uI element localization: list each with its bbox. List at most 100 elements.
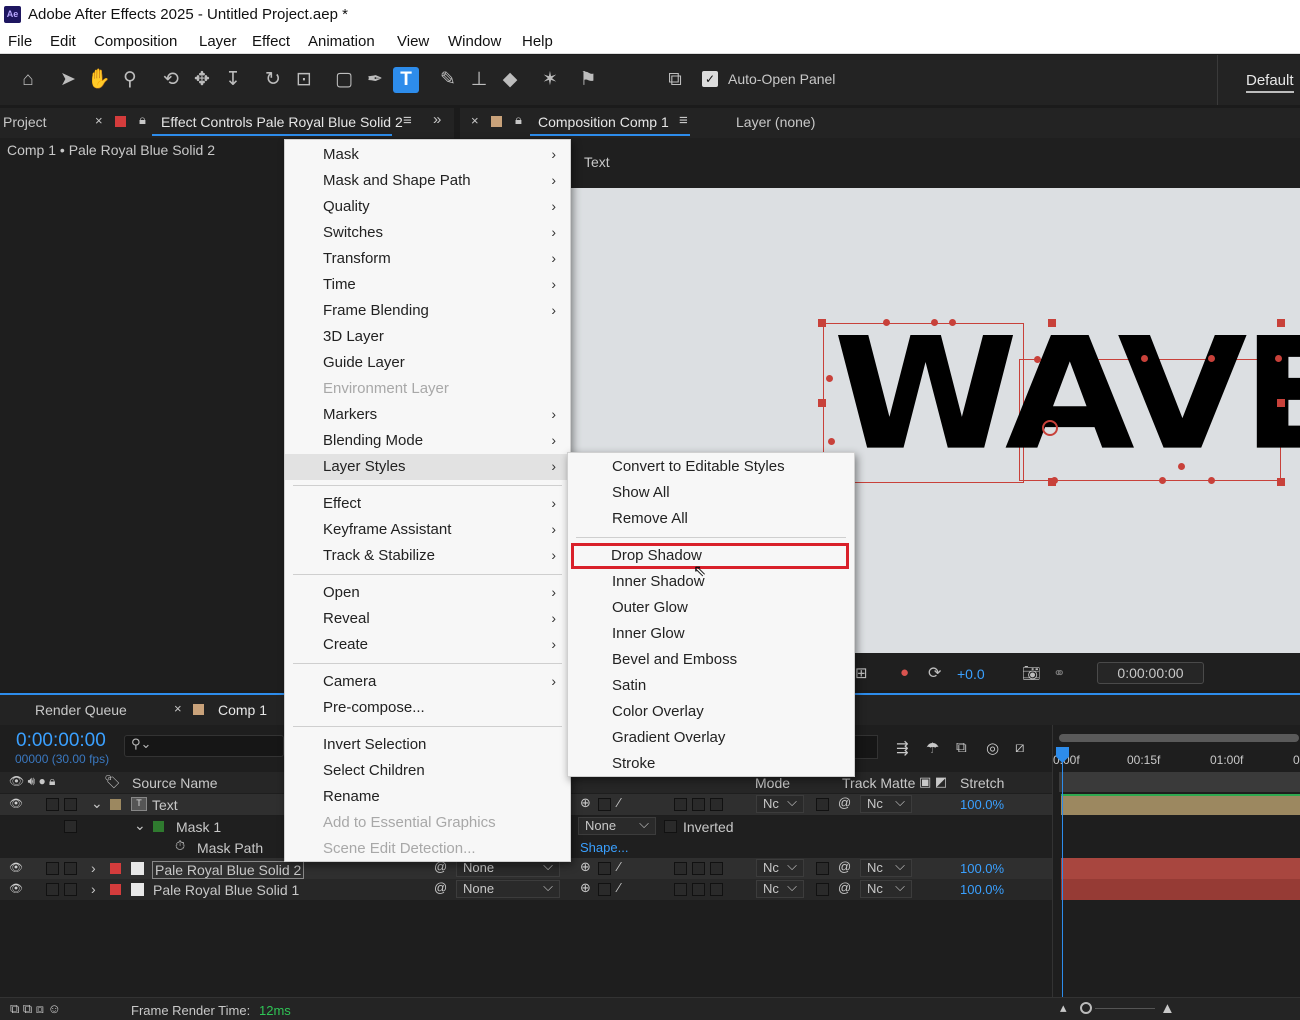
fx-switch[interactable]: [674, 798, 687, 811]
track-matte-dropdown[interactable]: Nc: [860, 794, 912, 813]
menu-item-mask[interactable]: Mask ›: [285, 142, 570, 168]
zoom-slider-thumb[interactable]: [1080, 1002, 1092, 1014]
motion-blur-icon[interactable]: ◎: [986, 739, 999, 757]
lock-switch[interactable]: [64, 883, 77, 896]
col-track-matte[interactable]: Track Matte: [842, 775, 915, 791]
mask-path-value[interactable]: Shape...: [580, 840, 628, 855]
collapse-switch[interactable]: [598, 798, 611, 811]
shy-switch-icon[interactable]: ⊕: [580, 880, 591, 896]
col-stretch[interactable]: Stretch: [960, 775, 1004, 791]
pickwhip-icon[interactable]: @: [434, 880, 447, 895]
transform-handle[interactable]: [818, 399, 826, 407]
menu-effect[interactable]: Effect: [252, 33, 290, 50]
footer-switches-icons[interactable]: ⧉ ⧉ ⧈ ☺︎: [10, 1001, 61, 1017]
menu-item-invert-selection[interactable]: Invert Selection: [285, 732, 570, 758]
time-ruler[interactable]: 0:00f 00:15f 01:00f 0: [1053, 747, 1300, 771]
menu-animation[interactable]: Animation: [308, 33, 375, 50]
menu-item-time[interactable]: Time ›: [285, 272, 570, 298]
mask-vertex[interactable]: [949, 319, 956, 326]
mask-mode-dropdown[interactable]: None: [578, 816, 656, 835]
mask-vertex[interactable]: [1051, 477, 1058, 484]
pan-camera-icon[interactable]: ✥: [189, 67, 215, 93]
motion-blur-switch[interactable]: [710, 883, 723, 896]
transform-handle[interactable]: [1277, 319, 1285, 327]
col-mode[interactable]: Mode: [755, 775, 790, 791]
submenu-item-gradient-overlay[interactable]: Gradient Overlay: [568, 725, 854, 751]
menu-item-create[interactable]: Create ›: [285, 632, 570, 658]
mask-color-swatch[interactable]: [153, 821, 164, 832]
mask-vertex[interactable]: [1208, 355, 1215, 362]
stretch-value[interactable]: 100.0%: [960, 882, 1004, 897]
submenu-item-convert-to-editable-styles[interactable]: Convert to Editable Styles: [568, 454, 854, 480]
lock-icon[interactable]: 🔒︎: [515, 112, 522, 128]
menu-layer[interactable]: Layer: [199, 33, 237, 50]
chevron-right-icon[interactable]: ›: [91, 881, 96, 897]
quality-switch-icon[interactable]: ⁄: [618, 795, 620, 810]
solo-switch[interactable]: [46, 883, 59, 896]
collapse-switch[interactable]: [598, 862, 611, 875]
submenu-item-inner-shadow[interactable]: Inner Shadow: [568, 569, 854, 595]
layer-search-input[interactable]: ⚲⌄: [124, 735, 284, 757]
frame-blending-icon[interactable]: ⧉: [956, 739, 967, 756]
channels-icon[interactable]: ●: [900, 664, 909, 681]
mask-vertex[interactable]: [1034, 356, 1041, 363]
eye-icon[interactable]: 👁︎: [9, 861, 23, 874]
menu-window[interactable]: Window: [448, 33, 501, 50]
zoom-out-icon[interactable]: ▴: [1060, 1000, 1067, 1016]
menu-composition[interactable]: Composition: [94, 33, 177, 50]
rotation-tool-icon[interactable]: ↻: [260, 67, 286, 93]
menu-item-track-stabilize[interactable]: Track & Stabilize ›: [285, 543, 570, 569]
stretch-value[interactable]: 100.0%: [960, 861, 1004, 876]
clone-stamp-icon[interactable]: ⊥: [466, 67, 492, 93]
brush-tool-icon[interactable]: ✎: [435, 67, 461, 93]
submenu-item-show-all[interactable]: Show All: [568, 480, 854, 506]
roto-brush-icon[interactable]: ✶: [537, 67, 563, 93]
tab-composition[interactable]: Composition Comp 1: [538, 114, 669, 130]
menu-view[interactable]: View: [397, 33, 429, 50]
puppet-pin-icon[interactable]: ⚑: [575, 67, 601, 93]
graph-editor-icon[interactable]: ⧄: [1015, 739, 1025, 756]
menu-item-pre-compose[interactable]: Pre-compose...: [285, 695, 570, 721]
transform-handle[interactable]: [1277, 399, 1285, 407]
stopwatch-icon[interactable]: ⏱︎: [175, 838, 185, 854]
wave-text-layer[interactable]: WAVE: [818, 317, 1300, 486]
selection-tool-icon[interactable]: ➤: [55, 67, 81, 93]
pen-tool-icon[interactable]: ✒: [362, 67, 388, 93]
submenu-item-bevel-and-emboss[interactable]: Bevel and Emboss: [568, 647, 854, 673]
mode-dropdown[interactable]: Nc: [756, 858, 804, 877]
collapse-switch[interactable]: [598, 883, 611, 896]
menu-item-switches[interactable]: Switches ›: [285, 220, 570, 246]
tab-layer[interactable]: Layer (none): [736, 114, 815, 130]
mode-dropdown[interactable]: Nc: [756, 794, 804, 813]
lock-switch[interactable]: [64, 798, 77, 811]
close-icon[interactable]: ×: [471, 113, 479, 128]
quality-switch-icon[interactable]: ⁄: [618, 859, 620, 874]
mask-vertex[interactable]: [1275, 355, 1282, 362]
col-source-name[interactable]: Source Name: [132, 775, 218, 791]
transform-handle[interactable]: [818, 319, 826, 327]
submenu-item-outer-glow[interactable]: Outer Glow: [568, 595, 854, 621]
preserve-transparency-switch[interactable]: [816, 883, 829, 896]
mask-vertex[interactable]: [1141, 355, 1148, 362]
menu-help[interactable]: Help: [522, 33, 553, 50]
close-icon[interactable]: ×: [174, 701, 182, 716]
mask-vertex[interactable]: [931, 319, 938, 326]
mode-dropdown[interactable]: Nc: [756, 879, 804, 898]
panel-menu-icon[interactable]: ≡: [679, 112, 688, 129]
frame-blend-switch[interactable]: [692, 798, 705, 811]
anchor-point-icon[interactable]: [1042, 420, 1058, 436]
solo-switch[interactable]: [46, 862, 59, 875]
menu-item-camera[interactable]: Camera ›: [285, 669, 570, 695]
dolly-camera-icon[interactable]: ↧: [220, 67, 246, 93]
tab-project[interactable]: Project: [3, 114, 47, 130]
solo-switch[interactable]: [46, 798, 59, 811]
type-tool-icon[interactable]: T: [393, 67, 419, 93]
grid-icon[interactable]: ⊞: [855, 664, 868, 682]
hand-tool-icon[interactable]: ✋: [86, 67, 112, 93]
frame-blend-switch[interactable]: [692, 862, 705, 875]
motion-blur-switch[interactable]: [710, 862, 723, 875]
time-graph[interactable]: 0:00f 00:15f 01:00f 0: [1052, 725, 1300, 997]
stretch-value[interactable]: 100.0%: [960, 797, 1004, 812]
expand-panels-icon[interactable]: »: [433, 111, 441, 128]
comp-mini-flowchart-icon[interactable]: ⇶: [896, 739, 909, 757]
